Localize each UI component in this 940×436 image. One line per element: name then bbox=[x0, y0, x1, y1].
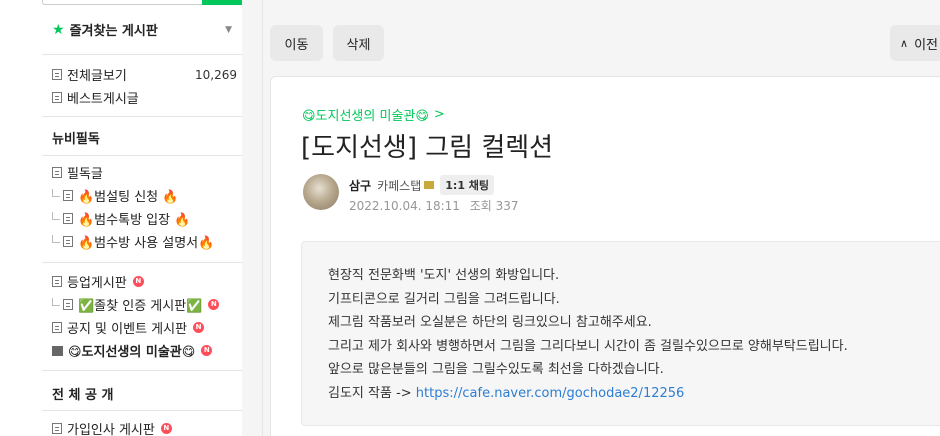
new-badge: N bbox=[208, 299, 220, 310]
sidebar-item-levelup[interactable]: 등업게시판 N bbox=[52, 270, 237, 293]
sidebar-item-label: 😋도지선생의 미술관😋 bbox=[68, 345, 196, 360]
new-badge: N bbox=[160, 423, 172, 434]
member-grade: 카페스탭 bbox=[377, 178, 422, 193]
sidebar: ★ 즐겨찾는 게시판 ▼ 전체글보기 10,269 베스트게시글 뉴비필독 필독… bbox=[0, 0, 242, 436]
sidebar-item-label: ✅졸찾 인증 게시판✅ bbox=[78, 299, 203, 314]
sidebar-item-gallery[interactable]: 😋도지선생의 미술관😋 N bbox=[52, 339, 237, 362]
sidebar-item-label: 🔥범수방 사용 설명서🔥 bbox=[78, 236, 215, 251]
tree-line bbox=[52, 211, 60, 220]
post-date: 2022.10.04. 18:11 bbox=[349, 199, 460, 213]
body-line: 그리고 제가 회사와 병행하면서 그림을 그리다보니 시간이 좀 걸릴수있으므로… bbox=[328, 338, 848, 354]
tree-line bbox=[52, 188, 60, 197]
search-button[interactable] bbox=[202, 0, 242, 5]
tree-line bbox=[52, 297, 60, 306]
image-board-icon bbox=[52, 345, 63, 356]
divider bbox=[42, 370, 242, 371]
body-line: 현장직 전문화백 '도지' 선생의 화방입니다. bbox=[328, 268, 560, 283]
move-button[interactable]: 이동 bbox=[270, 25, 323, 61]
sidebar-item-chatroom[interactable]: 🔥범수톡방 입장 🔥 bbox=[52, 207, 237, 230]
board-link[interactable]: 😋도지선생의 미술관😋 > bbox=[302, 105, 445, 124]
previous-label: 이전 bbox=[914, 37, 938, 53]
board-icon bbox=[63, 190, 73, 201]
sidebar-item-graduation[interactable]: ✅졸찾 인증 게시판✅ N bbox=[52, 293, 237, 316]
delete-button[interactable]: 삭제 bbox=[333, 25, 384, 61]
new-badge: N bbox=[132, 276, 144, 287]
sidebar-item-greeting[interactable]: 가입인사 게시판 N bbox=[52, 417, 237, 436]
star-icon: ★ bbox=[52, 21, 65, 38]
sidebar-item-label: 🔥범수톡방 입장 🔥 bbox=[78, 213, 191, 228]
public-list: 가입인사 게시판 N bbox=[52, 417, 237, 436]
favorites-header[interactable]: ★ 즐겨찾는 게시판 ▼ bbox=[52, 20, 232, 40]
newbie-list: 필독글 🔥범설팅 신청 🔥 🔥범수톡방 입장 🔥 🔥범수방 사용 설명서🔥 bbox=[52, 161, 237, 253]
favorites-list: 전체글보기 10,269 베스트게시글 bbox=[52, 63, 237, 109]
grade-icon bbox=[424, 181, 435, 189]
favorites-title: 즐겨찾는 게시판 bbox=[69, 24, 158, 39]
section-title-public: 전 체 공 개 bbox=[52, 388, 114, 403]
tree-line bbox=[52, 234, 60, 243]
board-icon bbox=[52, 423, 62, 434]
body-text: 현장직 전문화백 '도지' 선생의 화방입니다. 기프티콘으로 길거리 그림을 … bbox=[328, 264, 848, 405]
article-body: 현장직 전문화백 '도지' 선생의 화방입니다. 기프티콘으로 길거리 그림을 … bbox=[301, 241, 940, 426]
new-badge: N bbox=[193, 322, 205, 333]
article-card: 😋도지선생의 미술관😋 > [도지선생] 그림 컬렉션 삼구 카페스탭 1:1 … bbox=[270, 76, 940, 436]
chevron-down-icon[interactable]: ▼ bbox=[225, 25, 232, 35]
artwork-link[interactable]: https://cafe.naver.com/gochodae2/12256 bbox=[416, 386, 685, 401]
board-link-label: 😋도지선생의 미술관😋 bbox=[302, 109, 429, 124]
board-icon bbox=[52, 69, 62, 80]
body-line: 기프티콘으로 길거리 그림을 그려드립니다. bbox=[328, 291, 560, 307]
sidebar-item-label: 등업게시판 bbox=[67, 276, 127, 291]
body-line: 앞으로 많은분들의 그림을 그릴수있도록 최선을 다하겠습니다. bbox=[328, 362, 664, 377]
content-divider bbox=[262, 0, 263, 436]
divider bbox=[42, 54, 242, 55]
avatar[interactable] bbox=[303, 174, 339, 210]
author-line: 삼구 카페스탭 1:1 채팅 bbox=[349, 175, 495, 195]
body-line: 제그림 작품보러 오실분은 하단의 링크있으니 참고해주세요. bbox=[328, 315, 652, 330]
body-link-line: 김도지 작품 -> https://cafe.naver.com/gochoda… bbox=[328, 382, 848, 406]
previous-button[interactable]: ∧ 이전 bbox=[890, 25, 940, 61]
sidebar-item-label: 🔥범설팅 신청 🔥 bbox=[78, 190, 179, 205]
new-badge: N bbox=[201, 345, 213, 356]
sidebar-item-label: 베스트게시글 bbox=[67, 92, 139, 107]
sidebar-item-label: 공지 및 이벤트 게시판 bbox=[67, 322, 188, 337]
sidebar-item-must-read[interactable]: 필독글 bbox=[52, 161, 237, 184]
divider bbox=[42, 410, 242, 411]
view-count: 조회 337 bbox=[469, 199, 519, 213]
board-icon bbox=[63, 236, 73, 247]
divider bbox=[42, 116, 242, 117]
chevron-right-icon: > bbox=[433, 107, 445, 122]
sidebar-item-manual[interactable]: 🔥범수방 사용 설명서🔥 bbox=[52, 230, 237, 253]
sidebar-item-all-posts[interactable]: 전체글보기 10,269 bbox=[52, 63, 237, 86]
board-icon bbox=[52, 167, 62, 178]
sidebar-item-label: 필독글 bbox=[67, 167, 103, 182]
board-icon bbox=[52, 92, 62, 103]
link-prefix: 김도지 작품 -> bbox=[328, 385, 416, 401]
search-box-edge[interactable] bbox=[42, 0, 242, 5]
chat-button[interactable]: 1:1 채팅 bbox=[440, 175, 495, 195]
article-title: [도지선생] 그림 컬렉션 bbox=[301, 133, 554, 163]
board-icon bbox=[52, 322, 62, 333]
board-icon bbox=[52, 276, 62, 287]
sidebar-item-label: 전체글보기 bbox=[67, 69, 127, 84]
section-title-newbie: 뉴비필독 bbox=[52, 132, 100, 147]
article-meta: 2022.10.04. 18:11 조회 337 bbox=[349, 197, 519, 214]
board-icon bbox=[63, 299, 73, 310]
sidebar-item-label: 가입인사 게시판 bbox=[67, 423, 155, 436]
divider bbox=[42, 155, 242, 156]
author-nickname[interactable]: 삼구 bbox=[349, 177, 371, 194]
board-icon bbox=[63, 213, 73, 224]
sidebar-item-consulting[interactable]: 🔥범설팅 신청 🔥 bbox=[52, 184, 237, 207]
post-count: 10,269 bbox=[195, 67, 237, 82]
sidebar-item-best[interactable]: 베스트게시글 bbox=[52, 86, 237, 109]
divider bbox=[42, 262, 242, 263]
chevron-up-icon: ∧ bbox=[900, 36, 909, 50]
boards-list: 등업게시판 N ✅졸찾 인증 게시판✅ N 공지 및 이벤트 게시판 N 😋도지… bbox=[52, 270, 237, 362]
sidebar-item-notice[interactable]: 공지 및 이벤트 게시판 N bbox=[52, 316, 237, 339]
